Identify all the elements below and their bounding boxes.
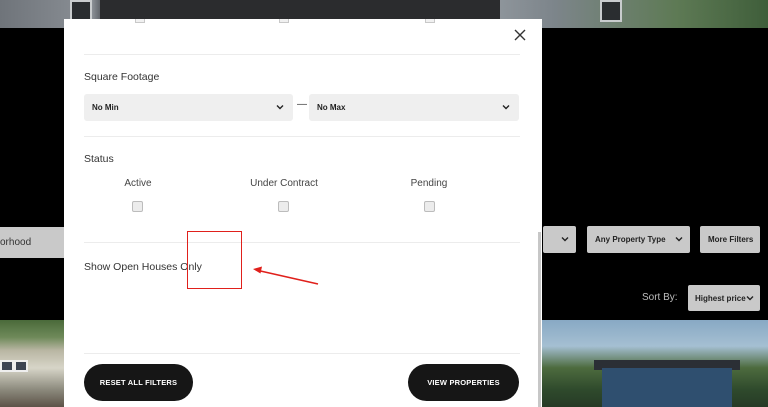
status-option-active-label: Active xyxy=(124,178,152,189)
chevron-down-icon xyxy=(561,237,569,242)
view-properties-button[interactable]: VIEW PROPERTIES xyxy=(408,364,519,401)
status-label: Status xyxy=(84,153,114,165)
status-option-pending-label: Pending xyxy=(410,178,448,189)
partial-checkbox[interactable] xyxy=(279,19,289,23)
partial-checkbox[interactable] xyxy=(425,19,435,23)
background-listing-photo[interactable] xyxy=(0,320,64,407)
background-listing-photo[interactable] xyxy=(542,320,768,407)
close-icon[interactable] xyxy=(512,27,528,43)
background-search-text: orhood xyxy=(0,237,32,248)
background-window xyxy=(0,360,14,372)
background-sort-value: Highest price xyxy=(695,294,746,303)
background-sort-select[interactable]: Highest price xyxy=(688,285,760,311)
open-houses-toggle-label[interactable]: Show Open Houses Only xyxy=(84,261,202,273)
chevron-down-icon xyxy=(276,105,284,110)
annotation-arrow-icon xyxy=(253,266,319,285)
background-sort-label: Sort By: xyxy=(642,292,678,303)
divider xyxy=(84,136,520,137)
background-more-filters-button[interactable]: More Filters xyxy=(700,226,760,253)
divider xyxy=(84,54,520,55)
chevron-down-icon xyxy=(502,105,510,110)
status-option-under-contract-label: Under Contract xyxy=(250,178,318,189)
range-separator: — xyxy=(297,99,307,110)
chevron-down-icon xyxy=(675,237,683,242)
status-option-active-checkbox[interactable] xyxy=(132,201,143,212)
status-option-pending-checkbox[interactable] xyxy=(424,201,435,212)
divider xyxy=(84,242,520,243)
background-property-type-select[interactable]: Any Property Type xyxy=(587,226,690,253)
chevron-down-icon xyxy=(746,296,754,301)
background-more-filters-label: More Filters xyxy=(708,235,754,244)
square-footage-min-select[interactable]: No Min xyxy=(84,94,293,121)
background-house xyxy=(602,368,732,407)
filters-modal: Square Footage No Min — No Max Status Ac… xyxy=(64,19,542,407)
background-filter-select[interactable] xyxy=(543,226,576,253)
divider xyxy=(84,353,520,354)
background-window xyxy=(600,0,622,22)
partial-checkbox[interactable] xyxy=(135,19,145,23)
square-footage-min-value: No Min xyxy=(92,103,119,112)
square-footage-max-value: No Max xyxy=(317,103,346,112)
background-window xyxy=(14,360,28,372)
square-footage-max-select[interactable]: No Max xyxy=(309,94,519,121)
annotation-highlight-box xyxy=(187,231,242,289)
square-footage-label: Square Footage xyxy=(84,71,160,83)
background-property-type-label: Any Property Type xyxy=(595,235,666,244)
reset-all-filters-button[interactable]: RESET ALL FILTERS xyxy=(84,364,193,401)
modal-scrollbar[interactable] xyxy=(538,232,541,407)
status-option-under-contract-checkbox[interactable] xyxy=(278,201,289,212)
